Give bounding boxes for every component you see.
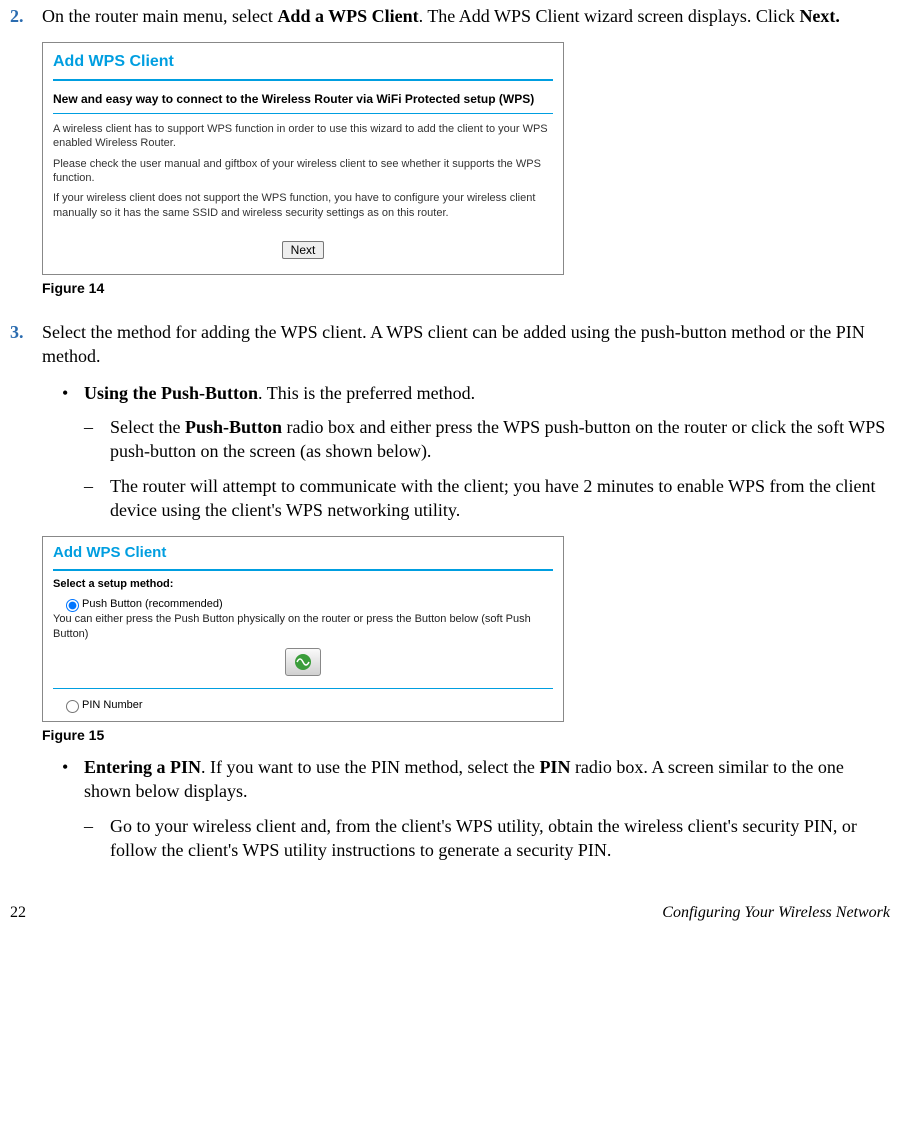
dash-marker: – [84,814,110,838]
bullet-body: Entering a PIN. If you want to use the P… [84,755,890,804]
wizard-title: Add WPS Client [43,43,563,75]
dash-item: – Select the Push-Button radio box and e… [84,415,890,464]
step-number: 2. [10,4,38,28]
radio-label: Push Button (recommended) [82,598,223,610]
next-button[interactable]: Next [282,241,325,259]
figure-14-screenshot: Add WPS Client New and easy way to conne… [42,42,564,275]
radio-row: PIN Number [43,695,563,721]
divider [53,569,553,571]
text: . This is the preferred method. [258,383,475,403]
step-body: On the router main menu, select Add a WP… [42,4,890,28]
text: Select the [110,417,185,437]
method-name: Entering a PIN [84,757,201,777]
bullet-body: Using the Push-Button. This is the prefe… [84,381,890,405]
step-3: 3. Select the method for adding the WPS … [10,320,890,369]
wizard-paragraph: If your wireless client does not support… [43,189,563,224]
dash-item: – Go to your wireless client and, from t… [84,814,890,863]
wps-icon [292,651,314,673]
push-button-radio[interactable] [66,599,79,612]
dash-item: – The router will attempt to communicate… [84,474,890,523]
sublist: • Entering a PIN. If you want to use the… [62,755,890,862]
bullet-item: • Using the Push-Button. This is the pre… [62,381,890,405]
radio-label: PIN Number [82,699,143,711]
text: . If you want to use the PIN method, sel… [201,757,539,777]
method-name: Using the Push-Button [84,383,258,403]
dash-body: The router will attempt to communicate w… [110,474,890,523]
dash-marker: – [84,474,110,498]
bullet-item: • Entering a PIN. If you want to use the… [62,755,890,804]
step-2: 2. On the router main menu, select Add a… [10,4,890,28]
ui-reference: PIN [539,757,570,777]
page-footer: 22 Configuring Your Wireless Network [10,902,890,924]
ui-reference: Next. [799,6,839,26]
divider [53,688,553,689]
step-number: 3. [10,320,38,344]
radio-row: Push Button (recommended) [43,594,563,612]
dash-body: Go to your wireless client and, from the… [110,814,890,863]
section-title: Configuring Your Wireless Network [662,902,890,924]
text: On the router main menu, select [42,6,277,26]
page-number: 22 [10,902,26,924]
wizard-paragraph: A wireless client has to support WPS fun… [43,120,563,155]
wizard-title: Add WPS Client [43,537,563,565]
wps-soft-button[interactable] [285,648,321,676]
ui-reference: Add a WPS Client [277,6,418,26]
step-body: Select the method for adding the WPS cli… [42,320,890,369]
text: . The Add WPS Client wizard screen displ… [419,6,800,26]
dash-marker: – [84,415,110,439]
figure-15-screenshot: Add WPS Client Select a setup method: Pu… [42,536,564,722]
bullet-marker: • [62,755,84,779]
method-description: You can either press the Push Button phy… [43,612,563,644]
sublist: • Using the Push-Button. This is the pre… [62,381,890,522]
wizard-subtitle: New and easy way to connect to the Wirel… [43,91,563,111]
select-method-label: Select a setup method: [43,577,563,594]
ui-reference: Push-Button [185,417,282,437]
divider [53,113,553,114]
wizard-paragraph: Please check the user manual and giftbox… [43,155,563,190]
figure-caption: Figure 14 [42,279,890,298]
wps-button-row [43,644,563,688]
divider [53,79,553,81]
figure-caption: Figure 15 [42,726,890,745]
dash-body: Select the Push-Button radio box and eit… [110,415,890,464]
bullet-marker: • [62,381,84,405]
pin-number-radio[interactable] [66,700,79,713]
button-row: Next [43,224,563,274]
